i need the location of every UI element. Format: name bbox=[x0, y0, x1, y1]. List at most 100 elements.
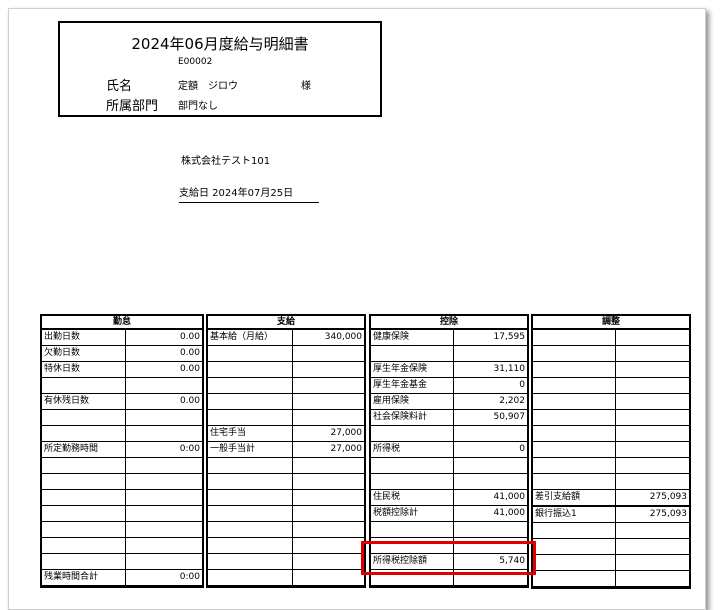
table-row bbox=[533, 425, 689, 442]
shikyu-item-label: 基本給（月給） bbox=[208, 329, 293, 346]
kintai-item-value: 0:00 bbox=[125, 569, 202, 586]
table-row: 健康保険 17,595 bbox=[371, 329, 527, 346]
table-row bbox=[533, 538, 689, 555]
kintai-item-value bbox=[125, 457, 202, 474]
chousei-item-value bbox=[615, 538, 689, 555]
kintai-item-label bbox=[42, 377, 126, 394]
kintai-item-label bbox=[42, 473, 126, 490]
kintai-item-value bbox=[125, 553, 202, 570]
kintai-item-value bbox=[125, 473, 202, 490]
table-row bbox=[533, 393, 689, 410]
table-row bbox=[42, 409, 202, 426]
chousei-item-value bbox=[615, 361, 689, 378]
table-row: 所得税 0 bbox=[371, 441, 527, 458]
kintai-item-label: 有休残日数 bbox=[42, 393, 126, 410]
shikyu-item-label bbox=[208, 473, 293, 490]
koujo-item-value bbox=[453, 345, 527, 362]
chousei-item-label bbox=[533, 377, 617, 394]
table-row bbox=[208, 457, 364, 474]
kintai-item-value: 0.00 bbox=[125, 393, 202, 410]
shikyu-item-label bbox=[208, 521, 293, 538]
shikyu-item-label bbox=[208, 553, 293, 570]
chousei-item-label bbox=[533, 441, 617, 458]
payslip-sheet: 2024年06月度給与明細書 E00002 氏名 定額 ジロウ 様 所属部門 部… bbox=[8, 8, 706, 610]
shikyu-item-value bbox=[292, 457, 364, 474]
koujo-item-value bbox=[453, 457, 527, 474]
table-row: 住民税 41,000 bbox=[371, 489, 527, 506]
kintai-header: 勤怠 bbox=[42, 316, 202, 330]
table-row bbox=[371, 345, 527, 362]
shikyu-item-value: 340,000 bbox=[292, 329, 364, 346]
table-row: 残業時間合計 0:00 bbox=[42, 569, 202, 586]
table-row bbox=[533, 457, 689, 474]
chousei-item-label bbox=[533, 409, 617, 426]
koujo-item-value bbox=[453, 521, 527, 538]
koujo-item-label: 住民税 bbox=[371, 489, 455, 506]
shikyu-item-value bbox=[292, 473, 364, 490]
dept-label: 所属部門 bbox=[106, 99, 159, 114]
kintai-item-label: 特休日数 bbox=[42, 361, 126, 378]
company-name: 株式会社テスト101 bbox=[181, 156, 271, 167]
koujo-item-value: 0 bbox=[453, 441, 527, 458]
kintai-item-value: 0.00 bbox=[125, 361, 202, 378]
koujo-item-label: 雇用保険 bbox=[371, 393, 455, 410]
table-row bbox=[533, 361, 689, 378]
koujo-item-value: 41,000 bbox=[453, 505, 527, 522]
chousei-item-label bbox=[533, 554, 617, 571]
chousei-item-value bbox=[615, 425, 689, 442]
payslip-title: 2024年06月度給与明細書 bbox=[131, 35, 309, 53]
kintai-item-value bbox=[125, 409, 202, 426]
table-row: 所定勤務時間 0:00 bbox=[42, 441, 202, 458]
koujo-item-label bbox=[371, 521, 455, 538]
name-label: 氏名 bbox=[106, 79, 133, 94]
table-row bbox=[533, 377, 689, 394]
table-row bbox=[42, 537, 202, 554]
chousei-item-label bbox=[533, 361, 617, 378]
table-row bbox=[208, 569, 364, 586]
chousei-item-value bbox=[615, 393, 689, 410]
table-row bbox=[42, 489, 202, 506]
table-row bbox=[208, 489, 364, 506]
kintai-item-label bbox=[42, 409, 126, 426]
table-row: 出勤日数 0.00 bbox=[42, 329, 202, 346]
kintai-item-value bbox=[125, 505, 202, 522]
shikyu-item-value: 27,000 bbox=[292, 425, 364, 442]
kintai-item-label: 残業時間合計 bbox=[42, 569, 126, 586]
shikyu-item-label bbox=[208, 393, 293, 410]
table-row bbox=[42, 425, 202, 442]
table-row: 社会保険料計 50,907 bbox=[371, 409, 527, 426]
chousei-item-label: 銀行振込1 bbox=[533, 506, 617, 523]
koujo-item-value bbox=[453, 473, 527, 490]
chousei-item-value bbox=[615, 522, 689, 539]
koujo-item-value: 41,000 bbox=[453, 489, 527, 506]
table-row bbox=[208, 361, 364, 378]
koujo-item-value: 31,110 bbox=[453, 361, 527, 378]
table-row: 基本給（月給） 340,000 bbox=[208, 329, 364, 346]
kintai-item-label bbox=[42, 457, 126, 474]
koujo-item-label bbox=[371, 457, 455, 474]
table-row bbox=[42, 521, 202, 538]
koujo-item-value: 0 bbox=[453, 377, 527, 394]
shikyu-block: 支給 基本給（月給） 340,000 住宅手当 27,000 一般手当計 27,000 bbox=[206, 314, 366, 588]
shikyu-item-value bbox=[292, 393, 364, 410]
kintai-item-value bbox=[125, 425, 202, 442]
chousei-item-label bbox=[533, 393, 617, 410]
chousei-item-value bbox=[615, 377, 689, 394]
shikyu-item-label bbox=[208, 409, 293, 426]
table-row bbox=[208, 537, 364, 554]
table-row bbox=[371, 457, 527, 474]
koujo-item-label: 所得税 bbox=[371, 441, 455, 458]
shikyu-item-label: 住宅手当 bbox=[208, 425, 293, 442]
koujo-item-value: 2,202 bbox=[453, 393, 527, 410]
chousei-block: 調整 差引支給額 275,093 銀行振込1 275,093 bbox=[531, 314, 691, 589]
chousei-item-label bbox=[533, 570, 617, 587]
kintai-item-value: 0.00 bbox=[125, 329, 202, 346]
kintai-item-label bbox=[42, 489, 126, 506]
kintai-item-label: 出勤日数 bbox=[42, 329, 126, 346]
highlight-box bbox=[361, 541, 536, 575]
table-row: 税額控除計 41,000 bbox=[371, 505, 527, 522]
shikyu-item-value: 27,000 bbox=[292, 441, 364, 458]
shikyu-item-label bbox=[208, 489, 293, 506]
table-row: 雇用保険 2,202 bbox=[371, 393, 527, 410]
kintai-block: 勤怠 出勤日数 0.00 欠勤日数 0.00 特休日数 0.00 有休残日数 0.00 所定勤務… bbox=[40, 314, 204, 588]
